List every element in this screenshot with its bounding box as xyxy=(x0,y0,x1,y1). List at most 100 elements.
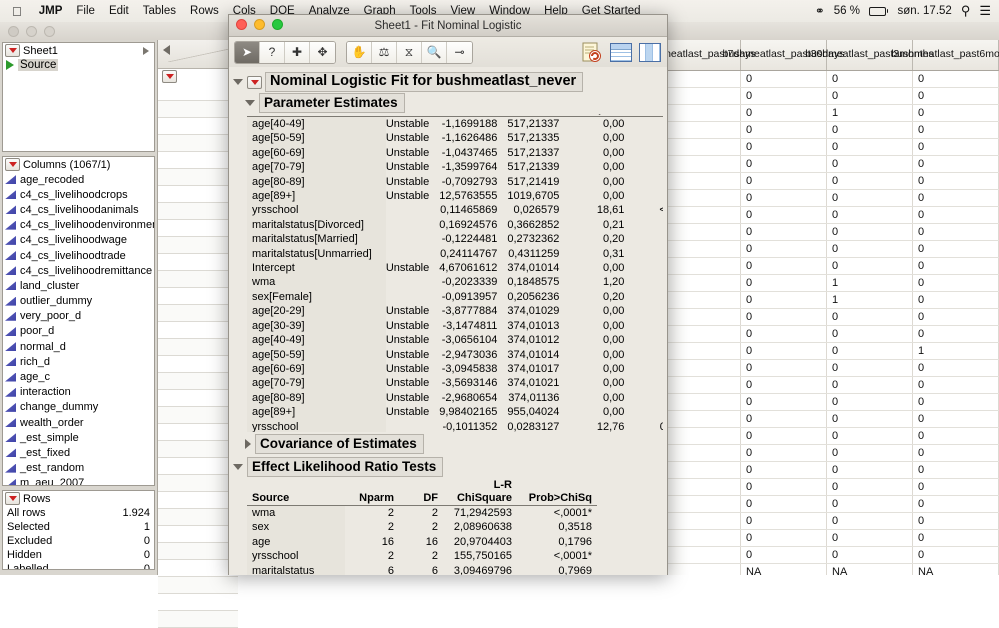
table-row[interactable]: sex[Female] -0,0913957 0,2056236 0,20 0,6567 xyxy=(247,289,663,305)
table-cell[interactable]: 1 xyxy=(827,275,913,291)
table-cell[interactable]: 0 xyxy=(741,326,827,342)
rows-summary-item[interactable]: Labelled 0 xyxy=(3,562,154,569)
table-row[interactable]: age[89+]Unstable 12,5763555 1019,6705 0,00 0… xyxy=(247,189,663,204)
table-cell[interactable]: 0 xyxy=(913,190,999,206)
table-row[interactable]: 000 xyxy=(655,326,999,343)
menu-item-rows[interactable]: Rows xyxy=(183,5,226,17)
minimize-button[interactable] xyxy=(254,19,265,30)
column-list-item[interactable]: _est_fixed xyxy=(3,445,154,460)
table-cell[interactable]: 0 xyxy=(741,343,827,359)
column-list-item[interactable]: wealth_order xyxy=(3,415,154,430)
table-cell[interactable]: 1 xyxy=(827,292,913,308)
column-list-item[interactable]: c4_cs_livelihoodtrade xyxy=(3,248,154,263)
table-cell[interactable]: 0 xyxy=(827,190,913,206)
table-cell[interactable]: 0 xyxy=(827,377,913,393)
table-row[interactable]: age[40-49] Unstable -1,1699188 517,21337 0,0… xyxy=(247,116,663,132)
table-cell[interactable]: 0 xyxy=(827,156,913,172)
table-cell[interactable]: 0 xyxy=(913,105,999,121)
row-number-cell[interactable] xyxy=(158,152,238,169)
battery-icon[interactable] xyxy=(868,6,889,16)
table-cell[interactable]: 0 xyxy=(741,411,827,427)
table-row[interactable]: 010 xyxy=(655,292,999,309)
table-row[interactable]: yrsschool -0,1011352 0,0283127 12,76 0,0004* xyxy=(247,419,663,432)
table-cell[interactable]: 0 xyxy=(827,428,913,444)
table-row[interactable]: 000 xyxy=(655,224,999,241)
row-number-cell[interactable] xyxy=(158,390,238,407)
row-number-cell[interactable] xyxy=(158,424,238,441)
table-row[interactable]: maritalstatus[Unmarried] 0,24114767 0,4311… xyxy=(247,246,663,262)
table-row[interactable]: sex 2 2 2,08960638 0,3518 xyxy=(247,520,597,535)
column-list-item[interactable]: outlier_dummy xyxy=(3,294,154,309)
column-list-item[interactable]: c4_cs_livelihoodenvironment xyxy=(3,218,154,233)
row-number-cell[interactable] xyxy=(158,305,238,322)
table-row[interactable]: 000 xyxy=(655,445,999,462)
table-row[interactable]: 000 xyxy=(655,479,999,496)
table-row[interactable]: 000 xyxy=(655,207,999,224)
table-cell[interactable]: 0 xyxy=(741,547,827,563)
table-cell[interactable]: 0 xyxy=(827,343,913,359)
red-triangle-menu-icon[interactable] xyxy=(5,492,20,505)
zoom-button[interactable] xyxy=(272,19,283,30)
row-menu-button[interactable] xyxy=(162,70,180,83)
table-cell[interactable]: 0 xyxy=(913,411,999,427)
table-cell[interactable]: 0 xyxy=(741,462,827,478)
table-cell[interactable]: 0 xyxy=(741,513,827,529)
table-cell[interactable]: 0 xyxy=(913,326,999,342)
close-button[interactable] xyxy=(236,19,247,30)
column-list-item[interactable]: normal_d xyxy=(3,339,154,354)
table-row[interactable]: 000 xyxy=(655,394,999,411)
table-cell[interactable]: 0 xyxy=(741,88,827,104)
red-triangle-menu-icon[interactable] xyxy=(5,158,20,171)
crosshair-tool[interactable]: ✚ xyxy=(285,41,310,63)
table-row[interactable]: 000 xyxy=(655,122,999,139)
table-cell[interactable]: 0 xyxy=(741,207,827,223)
table-cell[interactable]: 0 xyxy=(913,360,999,376)
table-row[interactable]: 000 xyxy=(655,190,999,207)
menu-item-tables[interactable]: Tables xyxy=(136,5,183,17)
table-cell[interactable]: 0 xyxy=(913,445,999,461)
table-cell[interactable]: 0 xyxy=(827,411,913,427)
table-row[interactable]: 000 xyxy=(655,156,999,173)
table-row[interactable]: age[80-89] Unstable -2,9680654 374,01136 0,0… xyxy=(247,390,663,406)
table-row[interactable]: age[70-79] Unstable -1,3599764 517,21339 0,0… xyxy=(247,160,663,175)
rows-summary-item[interactable]: Hidden 0 xyxy=(3,548,154,562)
disclosure-triangle-open-icon[interactable] xyxy=(245,100,255,106)
column-list-item[interactable]: m_aeu_2007 xyxy=(3,476,154,485)
arrow-select-tool[interactable]: ➤ xyxy=(235,41,260,63)
column-list-item[interactable]: c4_cs_livelihoodwage xyxy=(3,233,154,248)
column-list-item[interactable]: _est_random xyxy=(3,461,154,476)
table-cell[interactable]: 0 xyxy=(913,428,999,444)
table-row[interactable]: age[89+]Unstable 9,98402165 955,04024 0,00 0… xyxy=(247,405,663,420)
magnifier-zoom-tool[interactable]: 🔍 xyxy=(422,41,447,63)
rerun-script-icon[interactable] xyxy=(579,41,604,64)
table-cell[interactable]: 0 xyxy=(913,496,999,512)
table-cell[interactable]: 0 xyxy=(827,139,913,155)
table-cell[interactable]: 0 xyxy=(827,207,913,223)
move-tool[interactable]: ✥ xyxy=(310,41,335,63)
row-number-cell[interactable] xyxy=(158,560,238,577)
table-cell[interactable]: 0 xyxy=(741,139,827,155)
row-number-cell[interactable] xyxy=(158,492,238,509)
table-cell[interactable]: 0 xyxy=(827,547,913,563)
table-cell[interactable]: 0 xyxy=(827,173,913,189)
row-number-cell[interactable] xyxy=(158,475,238,492)
row-number-cell[interactable] xyxy=(158,84,238,101)
column-list-item[interactable]: change_dummy xyxy=(3,400,154,415)
table-cell[interactable]: 0 xyxy=(913,173,999,189)
lasso-tool[interactable]: ⧖ xyxy=(397,41,422,63)
row-number-cell[interactable] xyxy=(158,611,238,628)
chevron-right-icon[interactable] xyxy=(143,46,149,55)
table-cell[interactable]: 0 xyxy=(741,241,827,257)
row-number-cell[interactable] xyxy=(158,254,238,271)
table-cell[interactable]: 0 xyxy=(741,530,827,546)
table-row[interactable]: 000 xyxy=(655,428,999,445)
menu-bar-clock[interactable]: søn. 17.52 xyxy=(897,5,951,17)
table-cell[interactable]: 0 xyxy=(913,258,999,274)
table-cell[interactable]: 1 xyxy=(913,343,999,359)
row-number-cell[interactable] xyxy=(158,407,238,424)
table-cell[interactable]: 0 xyxy=(913,241,999,257)
table-row[interactable]: 000 xyxy=(655,71,999,88)
table-cell[interactable]: 0 xyxy=(741,190,827,206)
row-number-cell[interactable] xyxy=(158,288,238,305)
table-row[interactable]: 000 xyxy=(655,462,999,479)
